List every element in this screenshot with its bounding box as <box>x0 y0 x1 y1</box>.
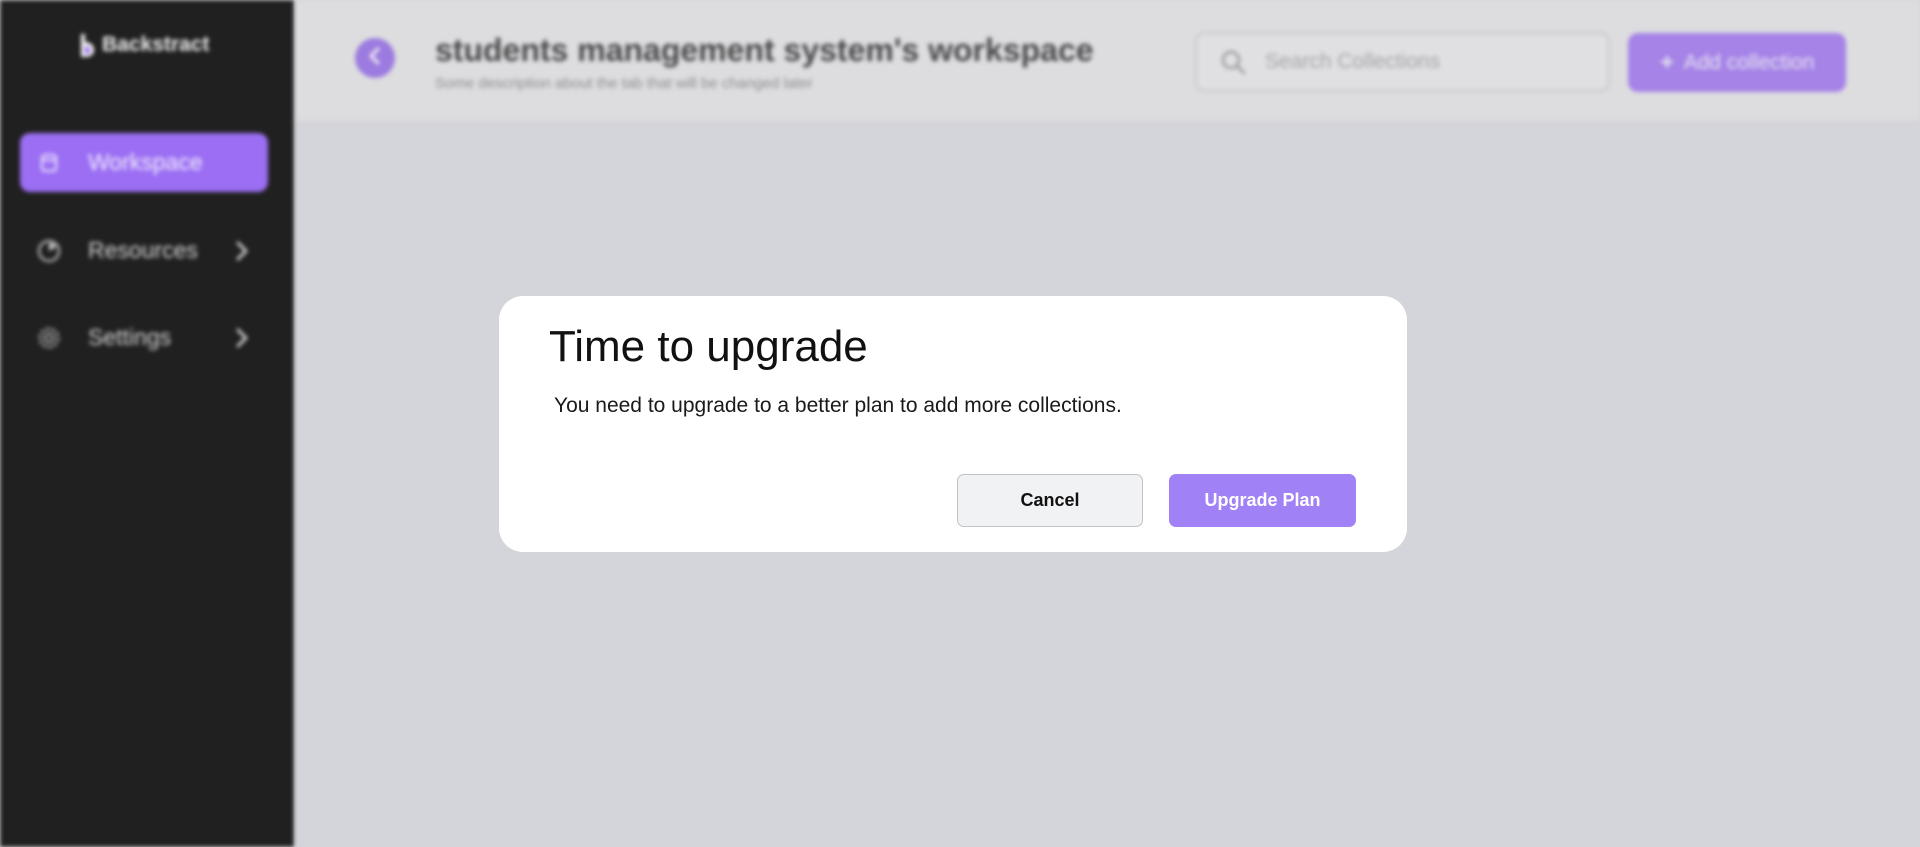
sidebar-item-workspace[interactable]: Workspace <box>20 133 268 192</box>
sidebar: Backstract Workspace Resources Settings <box>0 0 294 847</box>
dialog-title: Time to upgrade <box>549 322 868 371</box>
workspace-icon <box>34 148 64 178</box>
sidebar-item-settings[interactable]: Settings <box>20 308 268 367</box>
dialog-message: You need to upgrade to a better plan to … <box>554 394 1122 417</box>
chevron-right-icon[interactable] <box>230 328 254 348</box>
sidebar-item-label: Resources <box>88 237 198 263</box>
upgrade-dialog: Time to upgrade You need to upgrade to a… <box>499 296 1407 552</box>
brand-name: Backstract <box>102 33 210 56</box>
backstract-logo-icon <box>78 32 96 58</box>
app-root: Backstract Workspace Resources Settings … <box>0 0 1920 847</box>
sidebar-item-label: Settings <box>88 324 172 350</box>
sidebar-item-label: Workspace <box>88 149 203 175</box>
gear-icon <box>34 323 64 353</box>
upgrade-plan-button[interactable]: Upgrade Plan <box>1169 474 1356 527</box>
brand-logo[interactable]: Backstract <box>78 30 209 60</box>
resources-icon <box>34 236 64 266</box>
chevron-right-icon[interactable] <box>230 241 254 261</box>
cancel-button[interactable]: Cancel <box>957 474 1143 527</box>
sidebar-item-resources[interactable]: Resources <box>20 221 268 280</box>
